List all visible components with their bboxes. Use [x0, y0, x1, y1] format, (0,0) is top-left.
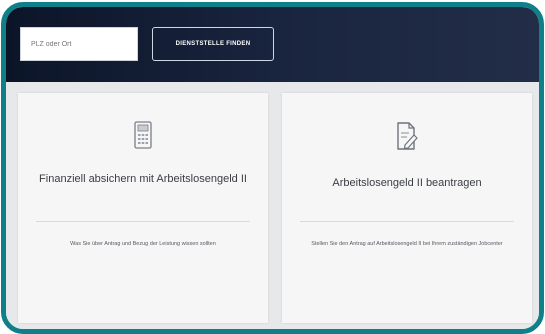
edit-document-icon: [396, 121, 418, 156]
header-bar: DIENSTSTELLE FINDEN: [6, 7, 539, 82]
card-divider: [300, 221, 514, 222]
card-apply-benefit[interactable]: Arbeitslosengeld II beantragen Stellen S…: [282, 93, 532, 323]
card-title: Arbeitslosengeld II beantragen: [332, 177, 482, 189]
find-office-button[interactable]: DIENSTSTELLE FINDEN: [152, 27, 274, 61]
location-search-input[interactable]: [20, 27, 138, 61]
card-description: Stellen Sie den Antrag auf Arbeitsloseng…: [311, 241, 503, 247]
calculator-icon: [134, 121, 152, 154]
card-description: Was Sie über Antrag und Bezug der Leistu…: [70, 241, 216, 247]
screenshot-frame: DIENSTSTELLE FINDEN Finanzie: [1, 2, 544, 334]
main-content: Finanziell absichern mit Arbeitslosengel…: [6, 82, 539, 329]
card-divider: [36, 221, 250, 222]
card-title: Finanziell absichern mit Arbeitslosengel…: [39, 173, 247, 185]
card-financial-security[interactable]: Finanziell absichern mit Arbeitslosengel…: [18, 93, 268, 323]
